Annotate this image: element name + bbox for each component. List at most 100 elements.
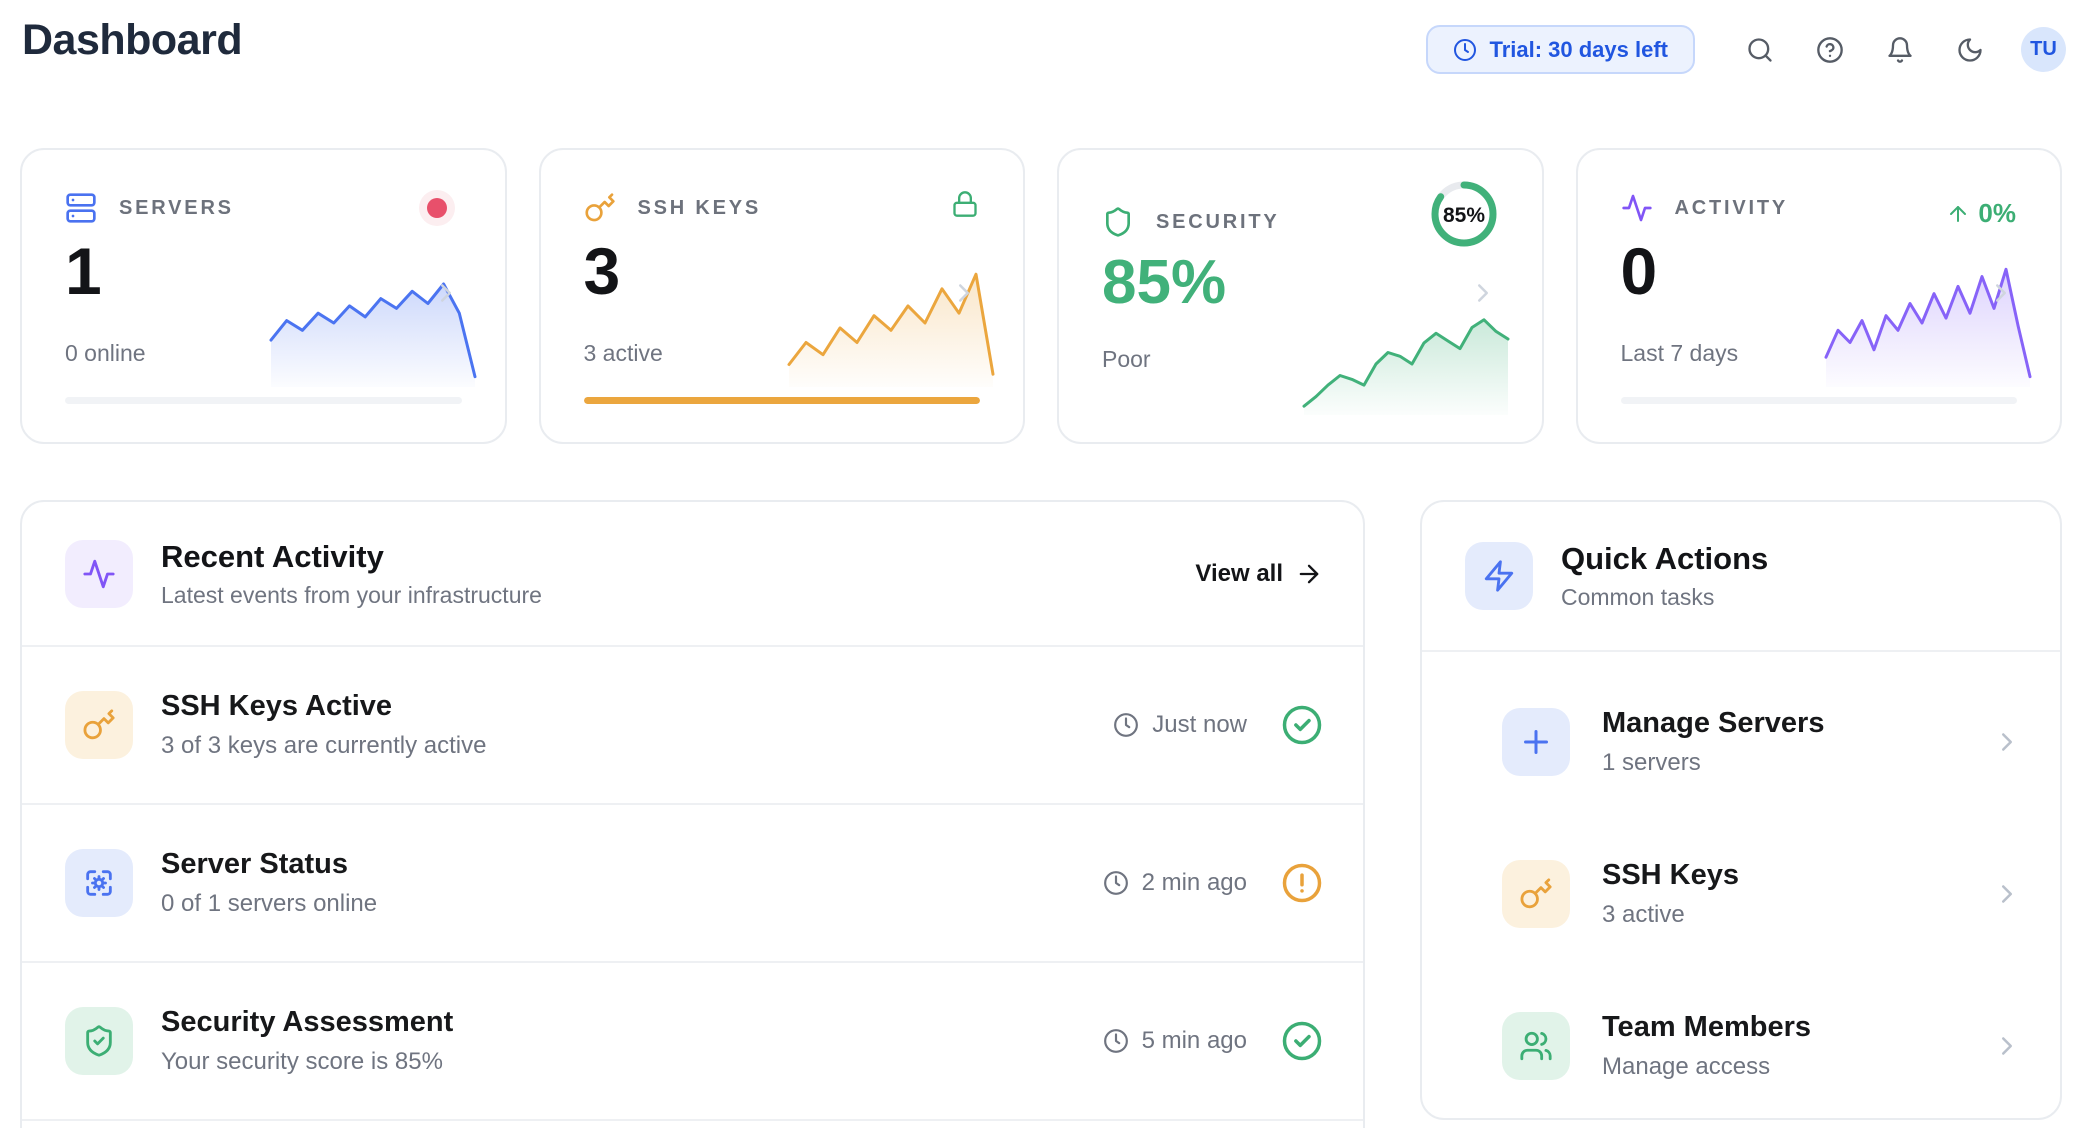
quick-action-title: Team Members bbox=[1602, 1011, 1811, 1044]
quick-action-team-members[interactable]: Team Members Manage access bbox=[1422, 970, 2060, 1122]
activity-count: 0 bbox=[1621, 230, 1658, 313]
ssh-keys-count: 3 bbox=[584, 230, 621, 313]
dashboard-page: Dashboard Trial: 30 days left TU bbox=[0, 0, 2082, 1128]
search-button[interactable] bbox=[1737, 27, 1783, 73]
ssh-keys-progress-track bbox=[584, 397, 981, 404]
ssh-keys-card[interactable]: SSH KEYS 3 3 active bbox=[539, 148, 1026, 444]
quick-action-subtitle: 1 servers bbox=[1602, 749, 1824, 777]
shield-icon bbox=[1102, 206, 1134, 238]
recent-activity-title: Recent Activity bbox=[161, 539, 542, 575]
arrow-right-icon bbox=[1295, 560, 1323, 588]
offline-status-dot bbox=[427, 198, 447, 218]
notifications-button[interactable] bbox=[1877, 27, 1923, 73]
security-sparkline bbox=[1300, 312, 1512, 416]
warning-status-icon bbox=[1281, 862, 1323, 904]
moon-icon bbox=[1956, 36, 1984, 64]
shield-check-icon bbox=[65, 1007, 133, 1075]
quick-action-subtitle: Manage access bbox=[1602, 1053, 1811, 1081]
clock-icon bbox=[1103, 870, 1129, 896]
activity-trend-value: 0% bbox=[1978, 198, 2016, 229]
quick-actions-list: Manage Servers 1 servers SSH Keys 3 acti… bbox=[1422, 652, 2060, 1122]
activity-row-ssh-keys[interactable]: SSH Keys Active 3 of 3 keys are currentl… bbox=[22, 647, 1363, 805]
help-icon bbox=[1816, 36, 1844, 64]
security-card[interactable]: SECURITY 85% 85% Poor bbox=[1057, 148, 1544, 444]
row-subtitle: 0 of 1 servers online bbox=[161, 890, 377, 918]
search-icon bbox=[1746, 36, 1774, 64]
help-button[interactable] bbox=[1807, 27, 1853, 73]
chevron-right-icon bbox=[1992, 879, 2022, 909]
trial-badge-label: Trial: 30 days left bbox=[1489, 37, 1668, 63]
servers-count: 1 bbox=[65, 230, 102, 313]
bell-icon bbox=[1886, 36, 1914, 64]
activity-row-server-status[interactable]: Server Status 0 of 1 servers online 2 mi… bbox=[22, 805, 1363, 963]
quick-action-manage-servers[interactable]: Manage Servers 1 servers bbox=[1422, 666, 2060, 818]
recent-activity-header: Recent Activity Latest events from your … bbox=[22, 502, 1363, 647]
servers-card[interactable]: SERVERS 1 0 online bbox=[20, 148, 507, 444]
ssh-keys-progress-fill bbox=[584, 397, 981, 404]
ring-value-label: 85% bbox=[1442, 204, 1484, 227]
chevron-right-icon bbox=[1468, 278, 1498, 308]
ssh-keys-subtext: 3 active bbox=[584, 340, 663, 367]
servers-subtext: 0 online bbox=[65, 340, 146, 367]
activity-pulse-icon bbox=[65, 540, 133, 608]
header-actions: Trial: 30 days left TU bbox=[1426, 25, 2066, 74]
server-gear-icon bbox=[65, 849, 133, 917]
server-icon bbox=[65, 192, 97, 224]
servers-card-label: SERVERS bbox=[119, 197, 234, 220]
quick-action-subtitle: 3 active bbox=[1602, 901, 1739, 929]
chevron-right-icon bbox=[1986, 278, 2016, 308]
users-icon bbox=[1502, 1012, 1570, 1080]
chevron-right-icon bbox=[949, 278, 979, 308]
view-all-link[interactable]: View all bbox=[1195, 560, 1323, 588]
user-avatar[interactable]: TU bbox=[2021, 27, 2066, 72]
security-score: 85% bbox=[1102, 244, 1226, 322]
servers-progress-track bbox=[65, 397, 462, 404]
row-timestamp: 2 min ago bbox=[1103, 869, 1247, 897]
quick-actions-subtitle: Common tasks bbox=[1561, 584, 1768, 611]
security-subtext: Poor bbox=[1102, 346, 1151, 373]
security-score-ring: 85% bbox=[1428, 178, 1500, 250]
quick-actions-header: Quick Actions Common tasks bbox=[1422, 502, 2060, 652]
chevron-right-icon bbox=[1992, 727, 2022, 757]
quick-action-title: Manage Servers bbox=[1602, 707, 1824, 740]
activity-subtext: Last 7 days bbox=[1621, 340, 1739, 367]
row-title: Server Status bbox=[161, 848, 377, 881]
recent-activity-subtitle: Latest events from your infrastructure bbox=[161, 582, 542, 609]
trial-badge[interactable]: Trial: 30 days left bbox=[1426, 25, 1695, 74]
chevron-right-icon bbox=[431, 278, 461, 308]
key-icon bbox=[65, 691, 133, 759]
lightning-icon bbox=[1465, 542, 1533, 610]
success-status-icon bbox=[1281, 704, 1323, 746]
row-title: SSH Keys Active bbox=[161, 690, 486, 723]
clock-icon bbox=[1103, 1028, 1129, 1054]
arrow-up-icon bbox=[1946, 202, 1970, 226]
stat-cards-row: SERVERS 1 0 online SSH KEYS 3 3 act bbox=[20, 148, 2062, 444]
quick-actions-title: Quick Actions bbox=[1561, 541, 1768, 577]
quick-action-ssh-keys[interactable]: SSH Keys 3 active bbox=[1422, 818, 2060, 970]
clock-icon bbox=[1113, 712, 1139, 738]
key-icon bbox=[584, 192, 616, 224]
success-status-icon bbox=[1281, 1020, 1323, 1062]
activity-card[interactable]: ACTIVITY 0% 0 Last 7 days bbox=[1576, 148, 2063, 444]
security-card-label: SECURITY bbox=[1156, 211, 1280, 234]
activity-pulse-icon bbox=[1621, 192, 1653, 224]
quick-action-title: SSH Keys bbox=[1602, 859, 1739, 892]
recent-activity-panel: Recent Activity Latest events from your … bbox=[20, 500, 1365, 1128]
row-subtitle: Your security score is 85% bbox=[161, 1048, 453, 1076]
activity-card-label: ACTIVITY bbox=[1675, 197, 1789, 220]
chevron-right-icon bbox=[1992, 1031, 2022, 1061]
plus-icon bbox=[1502, 708, 1570, 776]
activity-progress-track bbox=[1621, 397, 2018, 404]
dark-mode-button[interactable] bbox=[1947, 27, 1993, 73]
clock-icon bbox=[1453, 38, 1477, 62]
row-title: Security Assessment bbox=[161, 1006, 453, 1039]
lock-icon bbox=[951, 190, 979, 218]
key-icon bbox=[1502, 860, 1570, 928]
row-timestamp: Just now bbox=[1113, 711, 1247, 739]
row-subtitle: 3 of 3 keys are currently active bbox=[161, 732, 486, 760]
quick-actions-panel: Quick Actions Common tasks Manage Server… bbox=[1420, 500, 2062, 1120]
activity-row-security-assessment[interactable]: Security Assessment Your security score … bbox=[22, 963, 1363, 1121]
ssh-keys-card-label: SSH KEYS bbox=[638, 197, 762, 220]
activity-trend: 0% bbox=[1946, 198, 2016, 229]
row-timestamp: 5 min ago bbox=[1103, 1027, 1247, 1055]
